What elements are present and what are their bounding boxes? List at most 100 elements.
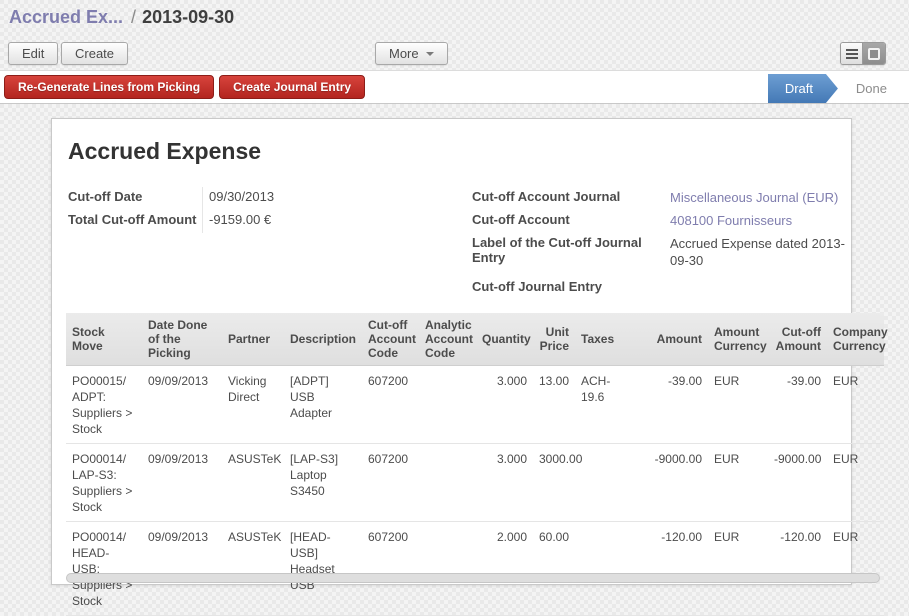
table-cell: 09/09/2013 — [142, 365, 222, 443]
column-header[interactable]: Quantity — [476, 313, 533, 365]
column-header[interactable]: Unit Price — [533, 313, 575, 365]
field-value: Accrued Expense dated 2013-09-30 — [670, 233, 852, 269]
regenerate-lines-button[interactable]: Re-Generate Lines from Picking — [4, 75, 214, 99]
table-cell: -9000.00 — [768, 443, 827, 521]
table-cell: EUR — [827, 521, 884, 615]
table-cell: PO00014/​HEAD-USB: Suppliers > Stock — [66, 521, 142, 615]
column-header[interactable]: Company Currency — [827, 313, 884, 365]
cutoff-lines-table-wrap: Stock MoveDate Done of the PickingPartne… — [66, 313, 884, 616]
table-cell: 3.000 — [476, 365, 533, 443]
table-cell: EUR — [708, 521, 768, 615]
table-cell: EUR — [708, 365, 768, 443]
chevron-down-icon — [426, 52, 434, 56]
statusbar-state-done[interactable]: Done — [838, 74, 909, 103]
horizontal-scrollbar[interactable] — [66, 573, 880, 583]
table-cell: 2.000 — [476, 521, 533, 615]
table-cell: 60.00 — [533, 521, 575, 615]
field-value: -9159.00 € — [202, 210, 402, 233]
edit-button[interactable]: Edit — [8, 42, 58, 65]
field-label: Cut-off Account Journal — [472, 187, 670, 210]
column-header[interactable]: Stock Move — [66, 313, 142, 365]
column-header[interactable]: Analytic Account Code — [419, 313, 476, 365]
table-row[interactable]: PO00014/​LAP-S3: Suppliers > Stock09/09/… — [66, 443, 884, 521]
field-value — [670, 277, 852, 300]
table-cell — [419, 365, 476, 443]
field-cutoff-account: Cut-off Account 408100 Fournisseurs — [472, 210, 852, 233]
list-view-button[interactable] — [841, 43, 863, 64]
table-cell: ASUSTeK — [222, 521, 284, 615]
table-cell — [575, 521, 631, 615]
breadcrumb-parent-link[interactable]: Accrued Ex... — [9, 7, 123, 27]
cutoff-account-journal-link[interactable]: Miscellaneous Journal (EUR) — [670, 187, 852, 210]
more-button-label: More — [389, 46, 419, 61]
table-cell: -39.00 — [768, 365, 827, 443]
field-journal-entry-label: Label of the Cut-off Journal Entry Accru… — [472, 233, 852, 269]
table-cell: Vicking Direct — [222, 365, 284, 443]
create-journal-entry-button[interactable]: Create Journal Entry — [219, 75, 365, 99]
table-cell: [ADPT] USB Adapter — [284, 365, 362, 443]
column-header[interactable]: Taxes — [575, 313, 631, 365]
status-strip: Re-Generate Lines from Picking Create Jo… — [0, 70, 909, 104]
column-header[interactable]: Cut-off Amount — [768, 313, 827, 365]
table-row[interactable]: PO00015/​ADPT: Suppliers > Stock09/09/20… — [66, 365, 884, 443]
field-label: Cut-off Journal Entry — [472, 277, 670, 300]
form-fields: Cut-off Date 09/30/2013 Total Cut-off Am… — [68, 187, 837, 300]
table-cell: [LAP-S3] Laptop S3450 — [284, 443, 362, 521]
table-cell: EUR — [827, 443, 884, 521]
cutoff-account-link[interactable]: 408100 Fournisseurs — [670, 210, 852, 233]
breadcrumb-current: 2013-09-30 — [142, 7, 234, 27]
form-view-button[interactable] — [863, 43, 885, 64]
table-cell: 607200 — [362, 443, 419, 521]
table-cell: 607200 — [362, 365, 419, 443]
content-area: Accrued Expense Cut-off Date 09/30/2013 … — [0, 105, 909, 591]
table-cell: EUR — [708, 443, 768, 521]
field-value: 09/30/2013 — [202, 187, 402, 210]
field-cutoff-date: Cut-off Date 09/30/2013 — [68, 187, 460, 210]
field-label: Total Cut-off Amount — [68, 210, 202, 233]
cutoff-lines-table: Stock MoveDate Done of the PickingPartne… — [66, 313, 884, 616]
table-cell — [419, 443, 476, 521]
column-header[interactable]: Amount Currency — [708, 313, 768, 365]
table-cell — [419, 521, 476, 615]
form-view-icon — [868, 48, 880, 60]
table-cell: 09/09/2013 — [142, 443, 222, 521]
more-button[interactable]: More — [375, 42, 448, 65]
table-cell: EUR — [827, 365, 884, 443]
page-title: Accrued Expense — [68, 138, 851, 165]
create-button[interactable]: Create — [61, 42, 128, 65]
list-view-icon — [846, 49, 858, 59]
table-cell: -120.00 — [768, 521, 827, 615]
table-cell: PO00015/​ADPT: Suppliers > Stock — [66, 365, 142, 443]
table-cell: ACH-19.6 — [575, 365, 631, 443]
column-header[interactable]: Amount — [631, 313, 708, 365]
column-header[interactable]: Description — [284, 313, 362, 365]
field-group-left: Cut-off Date 09/30/2013 Total Cut-off Am… — [68, 187, 460, 300]
field-label: Cut-off Account — [472, 210, 670, 233]
table-cell: -39.00 — [631, 365, 708, 443]
table-cell: -9000.00 — [631, 443, 708, 521]
table-cell: 3.000 — [476, 443, 533, 521]
breadcrumb: Accrued Ex.../2013-09-30 — [9, 7, 234, 28]
field-total-cutoff-amount: Total Cut-off Amount -9159.00 € — [68, 210, 460, 233]
table-row[interactable]: PO00014/​HEAD-USB: Suppliers > Stock09/0… — [66, 521, 884, 615]
field-label: Cut-off Date — [68, 187, 202, 210]
view-switcher — [840, 42, 886, 65]
statusbar-state-draft[interactable]: Draft — [768, 74, 838, 103]
table-cell: 09/09/2013 — [142, 521, 222, 615]
field-cutoff-journal-entry: Cut-off Journal Entry — [472, 277, 852, 300]
table-cell: ASUSTeK — [222, 443, 284, 521]
column-header[interactable]: Cut-off Account Code — [362, 313, 419, 365]
column-header[interactable]: Partner — [222, 313, 284, 365]
breadcrumb-separator: / — [123, 7, 142, 27]
statusbar: Draft Done — [768, 74, 909, 103]
table-cell: [HEAD-USB] Headset USB — [284, 521, 362, 615]
field-group-right: Cut-off Account Journal Miscellaneous Jo… — [472, 187, 852, 300]
table-cell: 13.00 — [533, 365, 575, 443]
table-cell: 607200 — [362, 521, 419, 615]
table-cell: 3000.00 — [533, 443, 575, 521]
field-label: Label of the Cut-off Journal Entry — [472, 233, 670, 269]
column-header[interactable]: Date Done of the Picking — [142, 313, 222, 365]
table-cell — [575, 443, 631, 521]
field-cutoff-account-journal: Cut-off Account Journal Miscellaneous Jo… — [472, 187, 852, 210]
table-header-row: Stock MoveDate Done of the PickingPartne… — [66, 313, 884, 365]
